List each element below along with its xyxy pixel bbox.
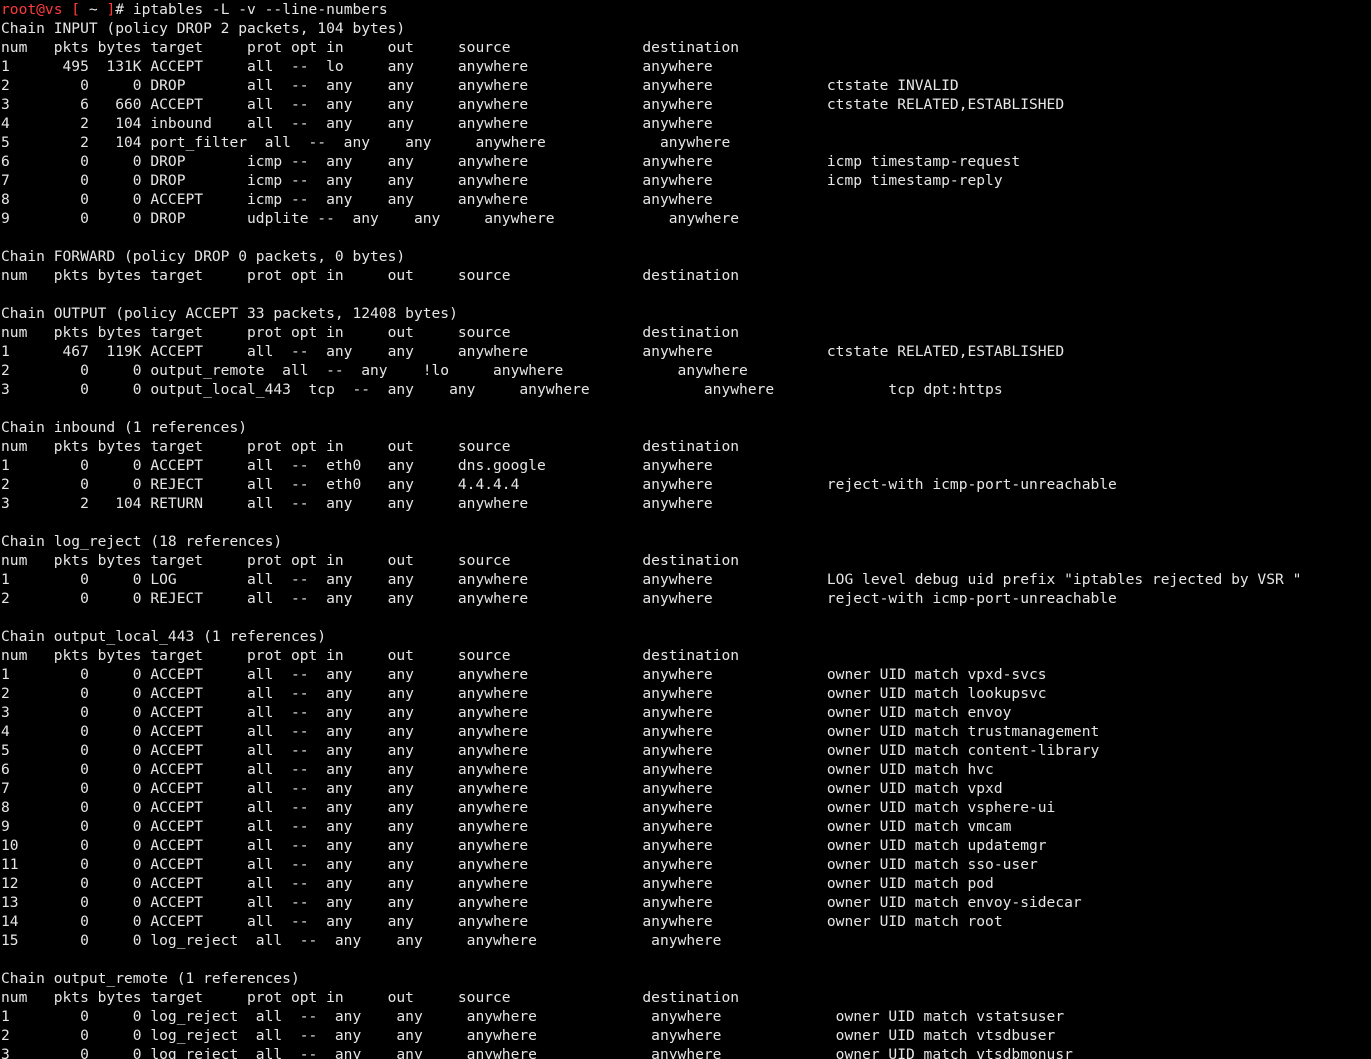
output-line: 1 0 0 ACCEPT all -- any any anywhere any…	[1, 666, 1047, 683]
output-line: num pkts bytes target prot opt in out so…	[1, 438, 740, 455]
output-line: 11 0 0 ACCEPT all -- any any anywhere an…	[1, 856, 1038, 873]
output-line: num pkts bytes target prot opt in out so…	[1, 324, 740, 341]
prompt-close-bracket: ]	[97, 1, 116, 18]
output-line: 6 0 0 ACCEPT all -- any any anywhere any…	[1, 761, 994, 778]
output-line: 14 0 0 ACCEPT all -- any any anywhere an…	[1, 913, 1003, 930]
output-line: 7 0 0 DROP icmp -- any any anywhere anyw…	[1, 172, 1003, 189]
output-line: 5 2 104 port_filter all -- any any anywh…	[1, 134, 731, 151]
output-line: 3 0 0 ACCEPT all -- any any anywhere any…	[1, 704, 1012, 721]
command-text: iptables -L -v --line-numbers	[132, 1, 388, 18]
output-line: 1 495 131K ACCEPT all -- lo any anywhere…	[1, 58, 713, 75]
output-line: num pkts bytes target prot opt in out so…	[1, 647, 740, 664]
output-line: 3 0 0 log_reject all -- any any anywhere…	[1, 1046, 1073, 1059]
output-line: Chain log_reject (18 references)	[1, 533, 283, 550]
output-line: num pkts bytes target prot opt in out so…	[1, 267, 740, 284]
output-line: num pkts bytes target prot opt in out so…	[1, 39, 740, 56]
output-line: Chain output_local_443 (1 references)	[1, 628, 327, 645]
output-line: 5 0 0 ACCEPT all -- any any anywhere any…	[1, 742, 1100, 759]
prompt-symbol: #	[115, 1, 133, 18]
output-line: 2 0 0 DROP all -- any any anywhere anywh…	[1, 77, 959, 94]
output-line: 15 0 0 log_reject all -- any any anywher…	[1, 932, 722, 949]
command-output: Chain INPUT (policy DROP 2 packets, 104 …	[0, 19, 1371, 1059]
output-line: 2 0 0 REJECT all -- any any anywhere any…	[1, 590, 1117, 607]
output-line: Chain INPUT (policy DROP 2 packets, 104 …	[1, 20, 406, 37]
output-line: 1 0 0 LOG all -- any any anywhere anywhe…	[1, 571, 1302, 588]
output-line: 4 0 0 ACCEPT all -- any any anywhere any…	[1, 723, 1100, 740]
command-prompt-line: root@vs [ ~ ]# iptables -L -v --line-num…	[0, 0, 1371, 19]
output-line: 3 6 660 ACCEPT all -- any any anywhere a…	[1, 96, 1065, 113]
output-line: 3 0 0 output_local_443 tcp -- any any an…	[1, 381, 1003, 398]
output-line: 9 0 0 ACCEPT all -- any any anywhere any…	[1, 818, 1012, 835]
output-line: 2 0 0 output_remote all -- any !lo anywh…	[1, 362, 748, 379]
output-line: 9 0 0 DROP udplite -- any any anywhere a…	[1, 210, 740, 227]
prompt-user-host: root@vs	[1, 1, 63, 18]
output-line: 7 0 0 ACCEPT all -- any any anywhere any…	[1, 780, 1003, 797]
output-line: 1 467 119K ACCEPT all -- any any anywher…	[1, 343, 1065, 360]
output-line: 1 0 0 log_reject all -- any any anywhere…	[1, 1008, 1065, 1025]
output-line: 2 0 0 ACCEPT all -- any any anywhere any…	[1, 685, 1047, 702]
output-line: 4 2 104 inbound all -- any any anywhere …	[1, 115, 713, 132]
output-line: 2 0 0 log_reject all -- any any anywhere…	[1, 1027, 1056, 1044]
output-line: Chain output_remote (1 references)	[1, 970, 300, 987]
output-line: 1 0 0 ACCEPT all -- eth0 any dns.google …	[1, 457, 713, 474]
output-line: Chain FORWARD (policy DROP 0 packets, 0 …	[1, 248, 406, 265]
output-line: 8 0 0 ACCEPT icmp -- any any anywhere an…	[1, 191, 713, 208]
output-line: Chain OUTPUT (policy ACCEPT 33 packets, …	[1, 305, 458, 322]
output-line: 6 0 0 DROP icmp -- any any anywhere anyw…	[1, 153, 1021, 170]
output-line: 13 0 0 ACCEPT all -- any any anywhere an…	[1, 894, 1082, 911]
prompt-path: ~	[88, 1, 98, 18]
output-line: 2 0 0 REJECT all -- eth0 any 4.4.4.4 any…	[1, 476, 1117, 493]
terminal-window[interactable]: root@vs [ ~ ]# iptables -L -v --line-num…	[0, 0, 1371, 1059]
output-line: num pkts bytes target prot opt in out so…	[1, 989, 740, 1006]
output-line: 10 0 0 ACCEPT all -- any any anywhere an…	[1, 837, 1047, 854]
output-line: num pkts bytes target prot opt in out so…	[1, 552, 740, 569]
output-line: Chain inbound (1 references)	[1, 419, 248, 436]
output-line: 8 0 0 ACCEPT all -- any any anywhere any…	[1, 799, 1056, 816]
prompt-open-bracket: [	[62, 1, 89, 18]
output-line: 12 0 0 ACCEPT all -- any any anywhere an…	[1, 875, 994, 892]
output-line: 3 2 104 RETURN all -- any any anywhere a…	[1, 495, 713, 512]
